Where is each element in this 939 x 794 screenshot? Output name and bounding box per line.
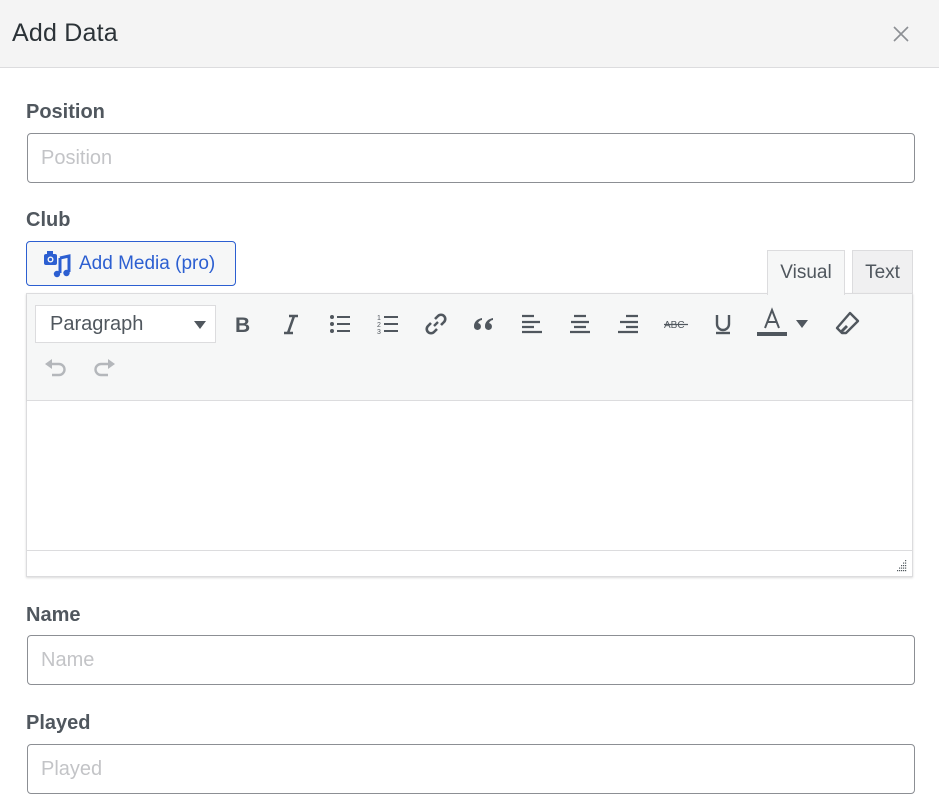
bullet-list-icon [330,315,350,333]
dialog-title: Add Data [12,19,118,47]
bold-button[interactable]: B [226,307,260,341]
position-input[interactable] [27,133,915,183]
played-label: Played [26,712,91,734]
bullet-list-button[interactable] [323,307,357,341]
resize-handle-icon[interactable] [894,558,908,572]
svg-text:B: B [235,314,250,335]
align-left-button[interactable] [515,307,549,341]
align-left-icon [522,314,542,334]
bold-icon: B [235,314,250,335]
align-right-button[interactable] [611,307,645,341]
played-input[interactable] [27,744,915,794]
undo-icon [45,359,66,377]
add-media-label: Add Media (pro) [79,252,216,274]
svg-text:3: 3 [377,329,381,335]
close-icon [893,26,909,42]
align-right-icon [618,314,638,334]
undo-button[interactable] [39,352,73,386]
strikethrough-icon: ABC [664,320,688,331]
align-center-icon [570,314,590,334]
text-color-icon [757,307,787,336]
add-media-button[interactable]: Add Media (pro) [26,241,236,286]
clear-formatting-button[interactable] [830,307,864,341]
text-color-dropdown-button[interactable] [792,307,812,341]
numbered-list-icon: 1 2 3 [377,315,398,335]
strikethrough-button[interactable]: ABC [659,307,693,341]
align-center-button[interactable] [563,307,597,341]
underline-button[interactable] [706,307,740,341]
position-label: Position [26,101,105,123]
text-color-button[interactable] [754,305,790,341]
tab-visual[interactable]: Visual [767,250,845,295]
club-label: Club [26,209,71,231]
name-label: Name [26,604,81,626]
editor-statusbar [27,551,912,576]
blockquote-icon [473,318,493,330]
italic-button[interactable] [274,307,308,341]
editor-content-area[interactable] [27,401,912,551]
link-button[interactable] [419,307,453,341]
close-button[interactable] [886,20,916,50]
svg-text:1: 1 [377,315,381,322]
rich-text-editor: Paragraph B 1 2 3 ABC [26,293,913,577]
svg-text:2: 2 [377,322,381,329]
underline-icon [715,315,731,335]
redo-button[interactable] [87,352,121,386]
media-camera-music-icon [44,250,71,277]
redo-icon [94,359,115,377]
italic-icon [284,314,298,335]
chevron-down-icon [194,321,206,329]
blockquote-button[interactable] [467,307,501,341]
svg-text:ABC: ABC [664,320,685,331]
link-icon [425,313,447,335]
dialog-header: Add Data [0,0,939,68]
tab-text[interactable]: Text [852,250,913,294]
editor-toolbar: Paragraph B 1 2 3 ABC [27,294,912,401]
clear-formatting-icon [835,311,860,335]
format-select-value: Paragraph [50,312,144,335]
name-input[interactable] [27,635,915,685]
numbered-list-button[interactable]: 1 2 3 [371,307,405,341]
format-select[interactable]: Paragraph [35,305,216,343]
text-color-dropdown-icon [796,320,808,328]
